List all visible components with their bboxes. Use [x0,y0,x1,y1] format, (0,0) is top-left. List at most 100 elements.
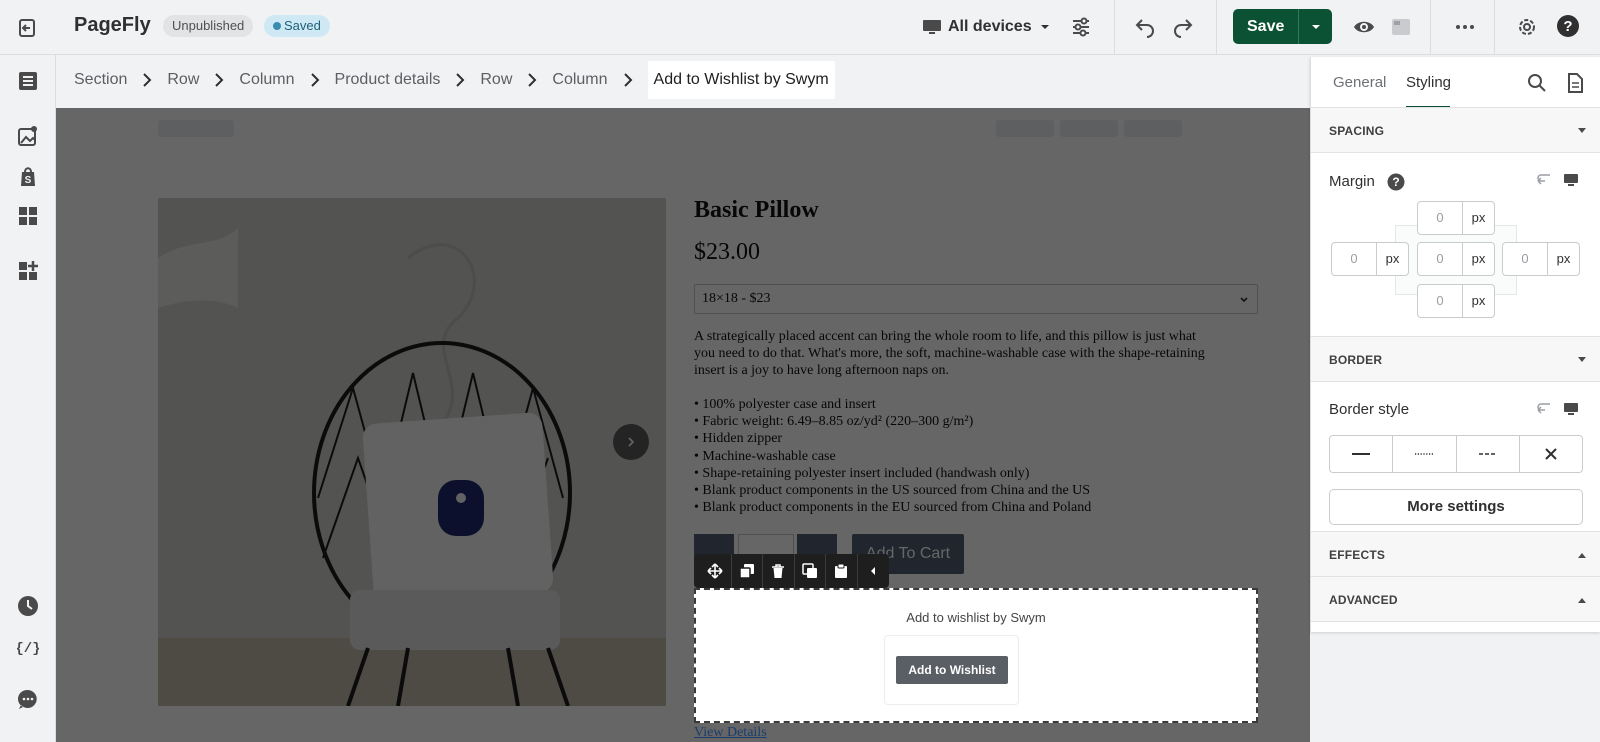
feature-item: • Blank product components in the US sou… [694,483,1091,499]
advanced-section-header[interactable]: ADVANCED [1311,576,1600,622]
link-values-icon[interactable] [1536,172,1552,188]
breadcrumb-item-product-details[interactable]: Product details [335,71,441,89]
divider [1430,0,1431,54]
divider [1494,0,1495,54]
add-apps-icon[interactable] [16,259,40,283]
chevron-right-icon [512,73,552,87]
element-toolbar [694,554,889,588]
tab-general[interactable]: General [1333,74,1386,91]
link-values-icon[interactable] [1536,401,1552,417]
svg-text:{/}: {/} [17,641,39,657]
breadcrumb-item-column[interactable]: Column [552,71,607,89]
variant-select[interactable]: 18×18 - $23 [694,284,1258,314]
wishlist-element[interactable]: Add to wishlist by Swym Add to Wishlist [694,588,1258,723]
breadcrumb: Section Row Column Product details Row C… [74,61,835,99]
delete-icon[interactable] [763,554,795,588]
paste-icon[interactable] [826,554,858,588]
layers-icon[interactable] [16,69,40,93]
unpublished-badge: Unpublished [163,15,254,37]
product-title: Basic Pillow [694,197,819,223]
margin-center-input[interactable]: 0 px [1417,242,1495,276]
divider [1114,0,1115,54]
media-icon[interactable] [16,124,40,148]
exit-icon[interactable] [14,14,42,42]
saved-badge: Saved [264,15,330,37]
collapse-icon[interactable] [858,554,889,588]
wishlist-element-label: Add to wishlist by Swym [906,610,1046,625]
effects-section-header[interactable]: EFFECTS [1311,531,1600,577]
breadcrumb-item-column[interactable]: Column [239,71,294,89]
chevron-down-icon [1240,297,1248,303]
feature-item: • Shape-retaining polyester insert inclu… [694,465,1030,481]
border-section-header[interactable]: BORDER [1311,336,1600,382]
breadcrumb-item-section[interactable]: Section [74,71,127,89]
template-icon[interactable] [1388,14,1414,40]
unit-label: px [1462,243,1494,275]
feature-item: • Hidden zipper [694,431,783,447]
breadcrumb-item-row[interactable]: Row [167,71,199,89]
duplicate-icon[interactable] [732,554,763,588]
search-icon[interactable] [1527,73,1547,93]
add-to-wishlist-button[interactable]: Add to Wishlist [896,656,1008,684]
border-dashed-option[interactable] [1457,436,1520,472]
desktop-icon[interactable] [1563,172,1579,188]
copy-style-icon[interactable] [795,554,826,588]
sliders-icon[interactable] [1068,14,1094,40]
undo-icon[interactable] [1132,13,1158,39]
save-group: Save [1233,9,1333,44]
margin-left-value: 0 [1350,251,1358,266]
document-icon[interactable] [1565,73,1585,93]
save-options-button[interactable] [1298,9,1333,44]
svg-text:?: ? [1563,18,1572,35]
device-selector[interactable]: All devices [922,14,1052,40]
border-none-option[interactable] [1520,436,1582,472]
margin-bottom-value: 0 [1436,293,1444,308]
help-icon[interactable]: ? [1555,13,1581,39]
placeholder-bar [996,120,1054,137]
shopify-icon[interactable]: S [16,165,40,189]
wishlist-card: Add to Wishlist [884,635,1019,705]
more-icon[interactable] [1452,14,1478,40]
save-button[interactable]: Save [1233,9,1299,44]
spacing-section-title: SPACING [1329,124,1385,138]
view-details-link[interactable]: View Details [694,725,767,741]
margin-right-input[interactable]: 0 px [1502,242,1580,276]
feature-item: • Machine-washable case [694,448,836,464]
tab-styling[interactable]: Styling [1406,74,1451,91]
grid-icon[interactable] [16,204,40,228]
help-icon[interactable]: ? [1387,173,1405,191]
placeholder-bar [1060,120,1118,137]
caret-down-icon [1578,128,1586,133]
chevron-right-icon [440,73,480,87]
code-icon[interactable]: {/} [16,635,40,659]
settings-icon[interactable] [1514,14,1540,40]
editor-canvas: Basic Pillow $23.00 18×18 - $23 A strate… [56,108,1310,742]
breadcrumb-item-current[interactable]: Add to Wishlist by Swym [647,61,835,99]
svg-text:?: ? [1392,175,1399,189]
margin-bottom-input[interactable]: 0 px [1417,284,1495,318]
redo-icon[interactable] [1170,13,1196,39]
preview-eye-icon[interactable] [1351,14,1377,40]
chevron-right-icon [199,73,239,87]
caret-up-icon [1578,553,1586,558]
desktop-icon[interactable] [1563,401,1579,417]
left-sidebar: S {/} [0,55,56,742]
clock-icon[interactable] [16,594,40,618]
app-title: PageFly [74,14,151,36]
spacing-section-header[interactable]: SPACING [1311,107,1600,153]
border-dotted-option[interactable] [1393,436,1457,472]
chevron-right-icon [608,73,648,87]
margin-top-input[interactable]: 0 px [1417,201,1495,235]
move-icon[interactable] [700,554,732,588]
unit-label: px [1547,243,1579,275]
chat-icon[interactable] [16,687,40,711]
margin-left-input[interactable]: 0 px [1331,242,1409,276]
next-image-button[interactable] [613,424,649,460]
breadcrumb-item-row[interactable]: Row [480,71,512,89]
more-settings-button[interactable]: More settings [1329,489,1583,525]
border-solid-option[interactable] [1330,436,1394,472]
product-price: $23.00 [694,239,760,265]
product-image[interactable] [158,198,666,706]
border-style-selector [1329,435,1583,473]
unit-label: px [1376,243,1408,275]
